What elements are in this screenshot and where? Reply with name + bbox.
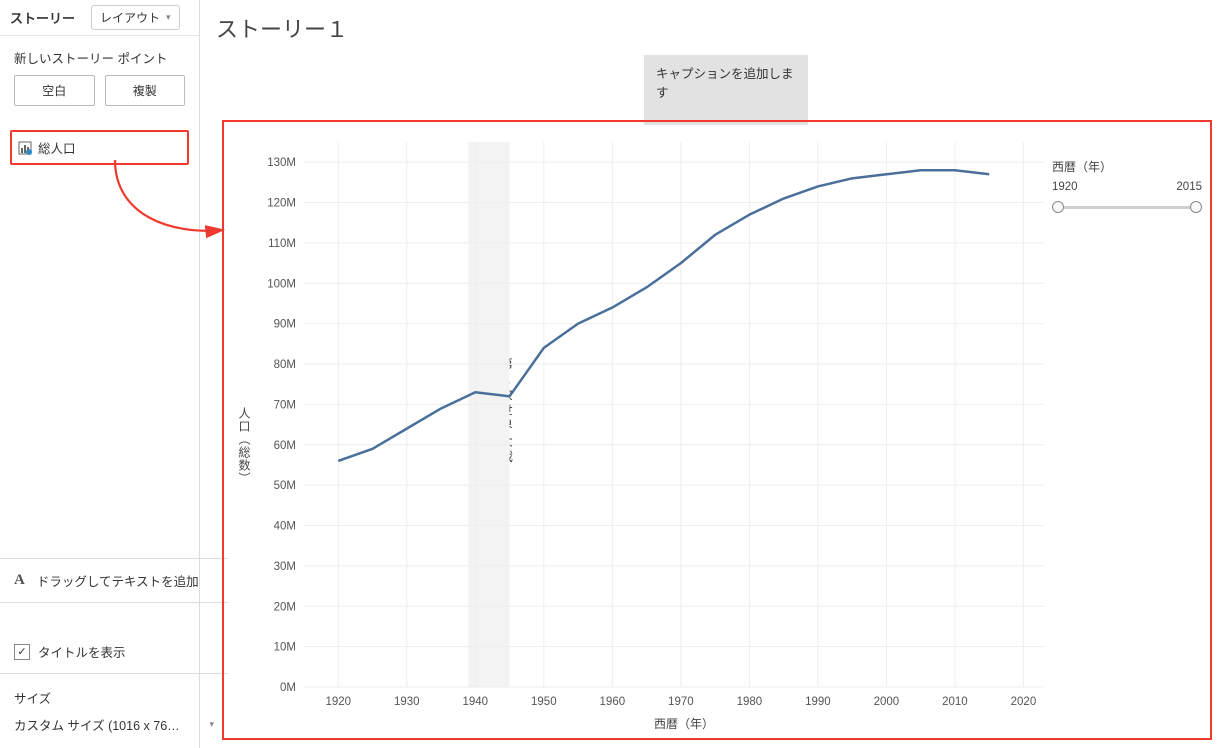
caption-placeholder[interactable]: キャプションを追加します	[644, 55, 808, 125]
svg-text:30M: 30M	[274, 561, 296, 573]
svg-text:10M: 10M	[274, 642, 296, 654]
filter-range-readout: 1920 2015	[1052, 181, 1202, 193]
svg-text:0M: 0M	[280, 682, 296, 694]
year-filter: 西暦（年） 1920 2015	[1052, 158, 1202, 211]
filter-min: 1920	[1052, 181, 1078, 193]
svg-text:1930: 1930	[394, 696, 420, 708]
svg-text:2000: 2000	[874, 696, 900, 708]
show-title-label: タイトルを表示	[38, 642, 126, 661]
size-dropdown[interactable]: カスタム サイズ (1016 x 76… ▾	[14, 715, 214, 734]
svg-text:1960: 1960	[600, 696, 626, 708]
svg-text:100M: 100M	[267, 278, 296, 290]
svg-text:1970: 1970	[668, 696, 694, 708]
story-canvas: ストーリー１ キャプションを追加します 人口（総数） 西暦（年） 第２次世界大戦…	[212, 0, 1223, 748]
svg-text:130M: 130M	[267, 157, 296, 169]
story-point-view[interactable]: 人口（総数） 西暦（年） 第２次世界大戦 0M10M20M30M40M50M60…	[222, 120, 1212, 740]
svg-text:1990: 1990	[805, 696, 831, 708]
sheet-item-total-population[interactable]: 総人口	[10, 130, 189, 165]
story-title[interactable]: ストーリー１	[212, 0, 1223, 48]
slider-handle-min[interactable]	[1052, 201, 1064, 213]
size-label: サイズ	[14, 688, 214, 707]
tab-layout-select[interactable]: レイアウト ▾	[91, 5, 180, 30]
svg-text:1940: 1940	[462, 696, 488, 708]
layout-label: レイアウト	[100, 9, 160, 26]
drag-text-object[interactable]: A ドラッグしてテキストを追加	[0, 558, 228, 603]
size-value: カスタム サイズ (1016 x 76…	[14, 715, 180, 734]
svg-text:110M: 110M	[268, 238, 296, 250]
sidebar-tabs: ストーリー レイアウト ▾	[0, 0, 199, 36]
show-title-toggle[interactable]: ✓ タイトルを表示	[0, 630, 228, 674]
duplicate-button[interactable]: 複製	[105, 75, 186, 106]
story-sidebar: ストーリー レイアウト ▾ 新しいストーリー ポイント 空白 複製 総人口 A …	[0, 0, 200, 748]
svg-text:80M: 80M	[274, 359, 296, 371]
svg-text:60M: 60M	[274, 440, 296, 452]
checkbox-checked-icon: ✓	[14, 644, 30, 660]
svg-text:1980: 1980	[737, 696, 763, 708]
new-story-point-label: 新しいストーリー ポイント	[0, 36, 199, 75]
slider-track	[1056, 206, 1198, 209]
blank-button[interactable]: 空白	[14, 75, 95, 106]
sheet-item-label: 総人口	[38, 138, 76, 157]
svg-text:1920: 1920	[325, 696, 351, 708]
line-chart[interactable]: 0M 10M 20M 30M 40M 50M 60M 70M 80M 90M 100M 110M 120…	[224, 122, 1210, 738]
svg-text:2020: 2020	[1011, 696, 1037, 708]
svg-text:20M: 20M	[274, 601, 296, 613]
text-icon: A	[14, 572, 25, 589]
svg-text:2010: 2010	[942, 696, 968, 708]
filter-title: 西暦（年）	[1052, 158, 1202, 175]
svg-text:1950: 1950	[531, 696, 557, 708]
filter-max: 2015	[1176, 181, 1202, 193]
story-size-section: サイズ カスタム サイズ (1016 x 76… ▾	[0, 678, 228, 734]
svg-text:40M: 40M	[274, 521, 296, 533]
tab-story[interactable]: ストーリー	[0, 0, 85, 35]
svg-text:90M: 90M	[274, 319, 296, 331]
svg-text:120M: 120M	[267, 198, 296, 210]
drag-text-label: ドラッグしてテキストを追加	[37, 571, 199, 590]
worksheet-icon	[18, 141, 32, 155]
range-slider[interactable]	[1052, 197, 1202, 211]
dropdown-icon: ▾	[166, 12, 171, 23]
svg-text:70M: 70M	[274, 399, 296, 411]
svg-text:50M: 50M	[274, 480, 296, 492]
new-point-buttons: 空白 複製	[0, 75, 199, 116]
slider-handle-max[interactable]	[1190, 201, 1202, 213]
